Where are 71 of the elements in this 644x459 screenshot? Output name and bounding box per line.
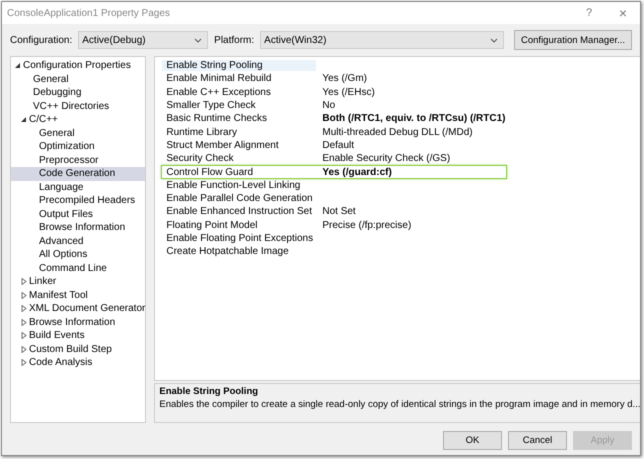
tree-item[interactable]: Debugging [11,86,146,100]
property-name[interactable]: Enable Minimal Rebuild [162,73,316,85]
tree-item[interactable]: Manifest Tool [11,288,146,302]
tree-item[interactable]: Browse Information [11,221,146,234]
chevron-icon [490,38,498,42]
tree-item[interactable]: Precompiled Headers [11,194,146,208]
property-value[interactable]: Precise (/fp:precise) [316,220,412,231]
property-name[interactable]: Control Flow Guard [162,166,316,178]
property-value[interactable]: Yes (/guard:cf) [316,166,392,178]
tree-item[interactable]: Preprocessor [11,154,146,167]
tree-item[interactable]: General [11,126,146,140]
property-name[interactable]: Enable Parallel Code Generation [162,192,316,204]
platform-label: Platform: [214,34,254,46]
tree-item[interactable]: Code Generation [11,167,146,180]
collapsed-triangle-icon[interactable] [21,292,27,299]
property-name[interactable]: Enable Function-Level Linking [162,180,316,191]
tree-item[interactable]: VC++ Directories [11,100,146,113]
expanded-triangle-icon[interactable] [15,62,21,70]
close-button[interactable]: × [606,2,640,24]
property-name[interactable]: Basic Runtime Checks [162,113,316,124]
property-name[interactable]: Create Hotpatchable Image [162,246,316,258]
property-value[interactable]: Yes (/Gm) [316,73,367,84]
collapsed-triangle-icon[interactable] [21,318,27,326]
collapsed-triangle-icon[interactable] [21,346,27,353]
collapsed-triangle-icon[interactable] [21,305,27,312]
tree-item[interactable]: Configuration Properties [11,59,146,72]
collapsed-triangle-icon[interactable] [21,332,27,340]
tree-item[interactable]: XML Document Generator [11,302,146,316]
property-value[interactable]: Enable Security Check (/GS) [316,153,450,164]
property-value[interactable]: Multi-threaded Debug DLL (/MDd) [316,126,473,138]
tree-item[interactable]: Advanced [11,234,146,248]
tree-item[interactable]: Language [11,180,146,194]
tree-item[interactable]: Custom Build Step [11,342,146,356]
property-name[interactable]: Enable C++ Exceptions [162,86,316,98]
collapsed-triangle-icon[interactable] [21,278,27,286]
collapsed-triangle-icon[interactable] [21,359,27,366]
configuration-manager-button[interactable]: Configuration Manager... [514,30,632,50]
tree-item[interactable]: All Options [11,248,146,262]
tree-item[interactable]: Code Analysis [11,356,146,370]
tree-item[interactable]: Output Files [11,208,146,221]
tree-item[interactable]: C/C++ [11,113,146,126]
property-value[interactable]: Yes (/EHsc) [316,86,375,98]
tree-item[interactable]: Command Line [11,262,146,275]
tree-item[interactable]: General [11,72,146,86]
configuration-dropdown[interactable]: Active(Debug) [78,31,208,49]
property-value[interactable]: Default [316,140,354,151]
tree-item[interactable]: Optimization [11,140,146,154]
property-name[interactable]: Struct Member Alignment [162,140,316,152]
description-title: Enable String Pooling [159,386,260,397]
help-button[interactable]: ? [572,2,606,24]
tree-item[interactable]: Build Events [11,329,146,342]
property-name[interactable]: Security Check [162,153,316,164]
expanded-triangle-icon[interactable] [21,116,27,124]
platform-dropdown[interactable]: Active(Win32) [260,31,504,49]
property-name[interactable]: Enable Enhanced Instruction Set [162,206,316,218]
property-name[interactable]: Floating Point Model [162,220,316,231]
description-text: Enables the compiler to create a single read-only copy of identical strings in the program image and in memory d... [159,399,640,410]
tree-item[interactable]: Browse Information [11,316,146,329]
property-name[interactable]: Runtime Library [162,126,316,138]
property-name[interactable]: Enable Floating Point Exceptions [162,232,316,244]
configuration-label: Configuration: [10,34,72,46]
tree-item[interactable]: Linker [11,275,146,288]
property-name[interactable]: Smaller Type Check [162,100,316,112]
property-name[interactable]: Enable String Pooling [162,60,316,72]
property-value[interactable]: Both (/RTC1, equiv. to /RTCsu) (/RTC1) [316,113,506,124]
chevron-icon [194,38,202,42]
dialog-button[interactable]: Cancel [508,431,567,450]
property-value[interactable]: Not Set [316,206,356,218]
window-title: ConsoleApplication1 Property Pages [7,8,170,18]
dialog-button[interactable]: OK [443,431,502,450]
property-value[interactable]: No [316,100,336,112]
